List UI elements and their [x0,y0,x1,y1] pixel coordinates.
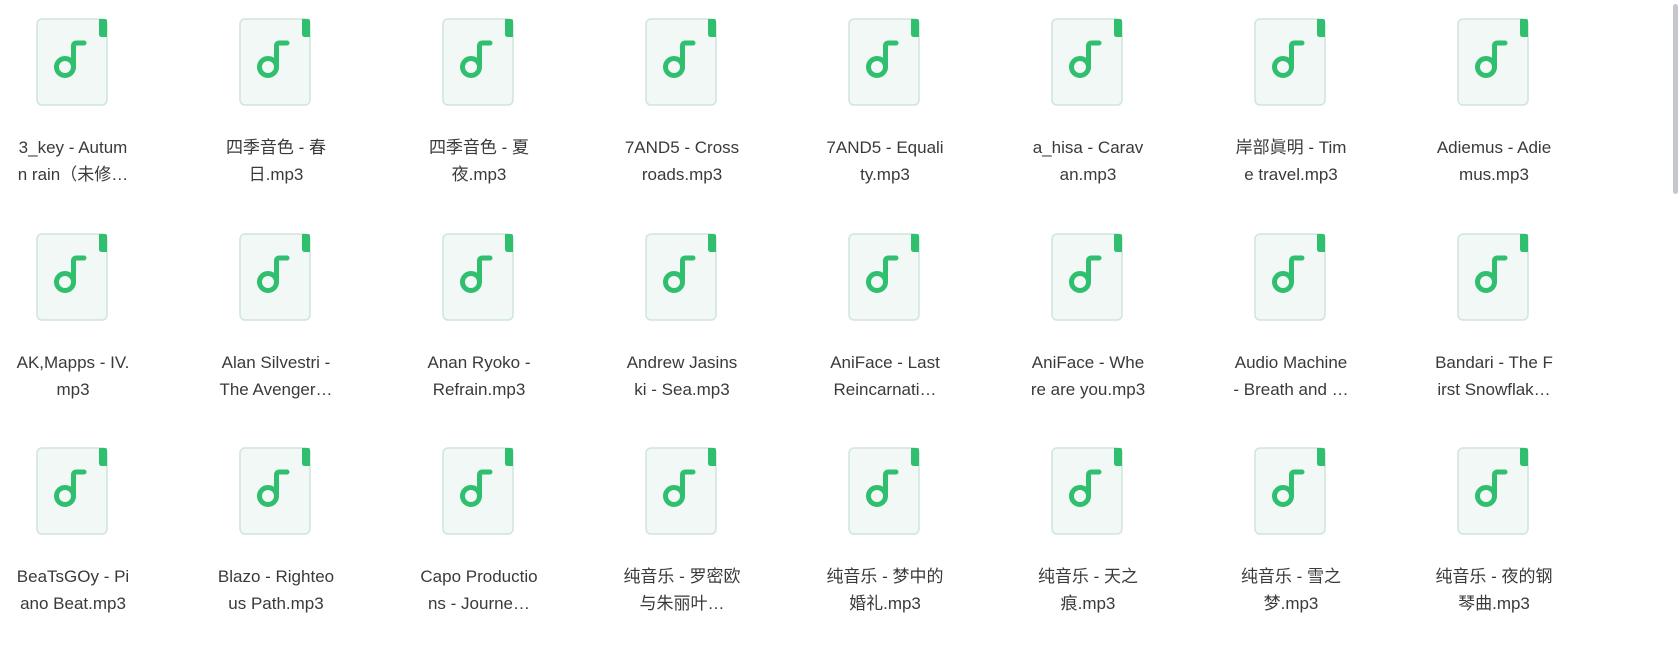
file-tile[interactable]: BeaTsGOy - Piano Beat.mp3 [0,429,200,629]
music-file-icon [1051,18,1125,108]
file-tile[interactable]: Adiemus - Adiemus.mp3 [1421,0,1621,200]
music-file-icon [442,233,516,323]
music-file-icon [645,447,719,537]
file-name: a_hisa - Caravan.mp3 [1032,138,1144,184]
file-tile[interactable]: 3_key - Autumn rain（未修… [0,0,200,200]
file-name: 岸部眞明 - Time travel.mp3 [1235,138,1347,184]
file-tile[interactable]: Alan Silvestri - The Avenger… [203,215,403,415]
music-file-icon [1457,447,1531,537]
file-name: 纯音乐 - 罗密欧与朱丽叶… [623,567,741,613]
file-tile[interactable]: 纯音乐 - 夜的钢琴曲.mp3 [1421,429,1621,629]
file-grid: 3_key - Autumn rain（未修… 四季音色 - 春日.mp3 四季… [0,0,1670,651]
music-file-icon [442,447,516,537]
file-name: Audio Machine - Breath and … [1233,353,1349,399]
file-name: 7AND5 - Crossroads.mp3 [624,138,740,184]
file-tile[interactable]: AniFace - Where are you.mp3 [1015,215,1215,415]
scrollbar-thumb[interactable] [1673,4,1678,194]
music-file-icon [848,233,922,323]
vertical-scrollbar[interactable] [1670,0,1680,651]
music-file-icon [1457,18,1531,108]
file-name: BeaTsGOy - Piano Beat.mp3 [16,567,130,613]
file-tile[interactable]: Bandari - The First Snowflak… [1421,215,1621,415]
file-tile[interactable]: AK,Mapps - IV.mp3 [0,215,200,415]
file-name: Adiemus - Adiemus.mp3 [1436,138,1552,184]
music-file-icon [239,447,313,537]
file-name: 四季音色 - 夏夜.mp3 [428,138,530,184]
file-name: 纯音乐 - 雪之梦.mp3 [1240,567,1342,613]
music-file-icon [36,18,110,108]
music-file-icon [1051,447,1125,537]
file-tile[interactable]: Capo Productions - Journe… [406,429,606,629]
file-tile[interactable]: 纯音乐 - 雪之梦.mp3 [1218,429,1418,629]
file-tile[interactable]: 纯音乐 - 罗密欧与朱丽叶… [609,429,809,629]
file-name: Blazo - Righteous Path.mp3 [217,567,335,613]
file-name: 3_key - Autumn rain（未修… [17,138,129,184]
file-tile[interactable]: Blazo - Righteous Path.mp3 [203,429,403,629]
music-file-icon [1254,233,1328,323]
music-file-icon [1254,447,1328,537]
file-tile[interactable]: 7AND5 - Equality.mp3 [812,0,1012,200]
music-file-icon [1254,18,1328,108]
file-tile[interactable]: 岸部眞明 - Time travel.mp3 [1218,0,1418,200]
music-file-icon [645,233,719,323]
file-name: Capo Productions - Journe… [420,567,538,613]
file-tile[interactable]: AniFace - Last Reincarnati… [812,215,1012,415]
file-tile[interactable]: Andrew Jasinski - Sea.mp3 [609,215,809,415]
file-name: AK,Mapps - IV.mp3 [16,353,130,399]
file-name: 四季音色 - 春日.mp3 [225,138,327,184]
file-tile[interactable]: 四季音色 - 夏夜.mp3 [406,0,606,200]
music-file-icon [442,18,516,108]
file-tile[interactable]: 四季音色 - 春日.mp3 [203,0,403,200]
file-name: Andrew Jasinski - Sea.mp3 [626,353,738,399]
music-file-icon [848,18,922,108]
music-file-icon [848,447,922,537]
music-file-icon [36,447,110,537]
music-file-icon [1457,233,1531,323]
music-file-icon [36,233,110,323]
file-name: 纯音乐 - 夜的钢琴曲.mp3 [1435,567,1553,613]
file-name: 7AND5 - Equality.mp3 [826,138,944,184]
music-file-icon [239,18,313,108]
music-file-icon [645,18,719,108]
file-name: AniFace - Last Reincarnati… [830,353,940,399]
file-tile[interactable]: 纯音乐 - 梦中的婚礼.mp3 [812,429,1012,629]
file-tile[interactable]: Audio Machine - Breath and … [1218,215,1418,415]
file-name: 纯音乐 - 天之痕.mp3 [1037,567,1139,613]
file-name: AniFace - Where are you.mp3 [1030,353,1146,399]
file-tile[interactable]: 纯音乐 - 天之痕.mp3 [1015,429,1215,629]
file-name: Alan Silvestri - The Avenger… [219,353,333,399]
file-tile[interactable]: a_hisa - Caravan.mp3 [1015,0,1215,200]
file-name: Bandari - The First Snowflak… [1435,353,1553,399]
file-tile[interactable]: Anan Ryoko - Refrain.mp3 [406,215,606,415]
music-file-icon [1051,233,1125,323]
file-tile[interactable]: 7AND5 - Crossroads.mp3 [609,0,809,200]
file-name: Anan Ryoko - Refrain.mp3 [427,353,531,399]
music-file-icon [239,233,313,323]
file-name: 纯音乐 - 梦中的婚礼.mp3 [826,567,944,613]
